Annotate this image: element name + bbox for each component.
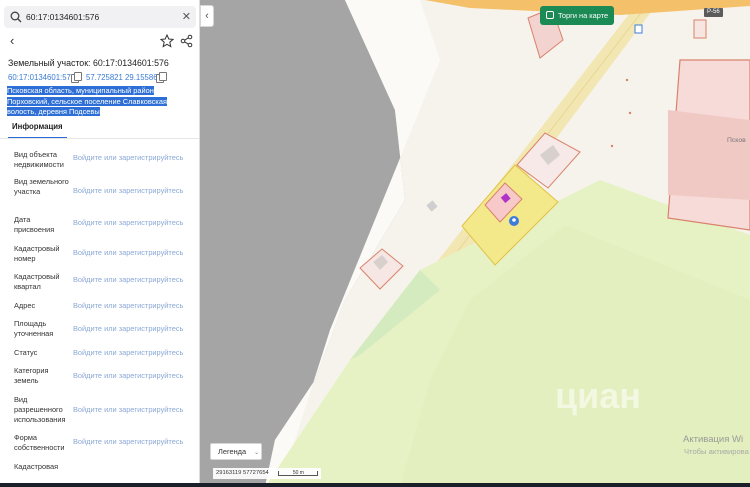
login-register-link[interactable]: Войдите или зарегистрируйтесь xyxy=(73,275,183,284)
star-icon[interactable] xyxy=(160,34,174,48)
login-register-link[interactable]: Войдите или зарегистрируйтесь xyxy=(73,248,183,257)
coordinates-link[interactable]: 57.725821 29.155865 xyxy=(86,73,162,82)
map-canvas[interactable] xyxy=(200,0,750,487)
info-row-label: Статус xyxy=(14,348,38,357)
info-row-label: Кадастровый номер xyxy=(14,244,60,263)
login-register-link[interactable]: Войдите или зарегистрируйтесь xyxy=(73,153,183,162)
small-house xyxy=(693,19,707,39)
info-row-label: Дата присвоения xyxy=(14,215,55,234)
bus-stop-icon xyxy=(634,24,643,34)
info-row-label: Категория земель xyxy=(14,366,49,385)
cadastral-map[interactable] xyxy=(200,0,750,487)
address-text: Псковская область, муниципальный район П… xyxy=(7,86,167,116)
back-chevron-icon[interactable]: ‹ xyxy=(10,34,14,48)
road-number-badge: Р-56 xyxy=(704,8,723,17)
chevron-down-icon: ⌄ xyxy=(254,450,260,456)
search-bar[interactable]: ✕ xyxy=(4,6,196,28)
login-register-link[interactable]: Войдите или зарегистрируйтесь xyxy=(73,371,183,380)
info-row-label: Кадастровая xyxy=(14,462,59,471)
parcel-address: Псковская область, муниципальный район П… xyxy=(7,86,195,118)
login-register-link[interactable]: Войдите или зарегистрируйтесь xyxy=(73,324,183,333)
login-register-link[interactable]: Войдите или зарегистрируйтесь xyxy=(73,437,183,446)
login-register-link[interactable]: Войдите или зарегистрируйтесь xyxy=(73,301,183,310)
torgi-label: Торги на карте xyxy=(558,11,609,20)
scale-coordinates: 29163119 57727654 xyxy=(216,470,269,476)
login-register-link[interactable]: Войдите или зарегистрируйтесь xyxy=(73,218,183,227)
info-row-label: Кадастровый квартал xyxy=(14,272,60,291)
parcel-title: Земельный участок: 60:17:0134601:576 xyxy=(8,58,169,68)
windows-activation-title: Активация Wi xyxy=(683,434,744,445)
info-row-label: Вид объекта недвижимости xyxy=(14,150,64,169)
checkbox-icon[interactable] xyxy=(546,11,554,19)
windows-activation-subtitle: Чтобы активирова xyxy=(684,447,749,456)
clear-search-icon[interactable]: ✕ xyxy=(182,9,191,25)
info-row-label: Адрес xyxy=(14,301,36,310)
login-register-link[interactable]: Войдите или зарегистрируйтесь xyxy=(73,348,183,357)
scale-bar: 50 m xyxy=(278,470,319,476)
copy-icon[interactable] xyxy=(156,72,167,83)
copy-icon[interactable] xyxy=(71,72,82,83)
cadastral-number-link[interactable]: 60:17:0134601:576 xyxy=(8,73,75,82)
tab-information[interactable]: Информация xyxy=(8,122,67,139)
building xyxy=(668,110,750,200)
parcel-info-panel: ✕ ‹ Земельный участок: 60:17:0134601:576… xyxy=(0,0,200,487)
map-scale: 29163119 57727654 50 m xyxy=(213,468,322,479)
taskbar xyxy=(0,483,750,487)
panel-toolbar: ‹ xyxy=(0,34,199,50)
info-row-label: Площадь уточненная xyxy=(14,319,54,338)
cian-watermark: циан xyxy=(555,375,642,416)
search-input[interactable] xyxy=(26,8,176,26)
login-register-link[interactable]: Войдите или зарегистрируйтесь xyxy=(73,405,183,414)
scale-label: 50 m xyxy=(292,470,304,476)
tabs-divider xyxy=(0,138,199,139)
login-register-link[interactable]: Войдите или зарегистрируйтесь xyxy=(73,186,183,195)
legend-label: Легенда xyxy=(218,447,247,456)
legend-button[interactable]: Легенда ⌄ xyxy=(210,443,262,460)
torgi-toggle-button[interactable]: Торги на карте xyxy=(540,6,614,25)
search-icon xyxy=(10,11,22,23)
info-row-label: Вид разрешенного использования xyxy=(14,395,66,424)
info-row-label: Вид земельного участка xyxy=(14,177,69,196)
info-row-label: Форма собственности xyxy=(14,433,65,452)
collapse-panel-button[interactable]: ‹ xyxy=(200,5,214,27)
place-label: Псков xyxy=(727,137,746,144)
share-icon[interactable] xyxy=(180,34,193,48)
